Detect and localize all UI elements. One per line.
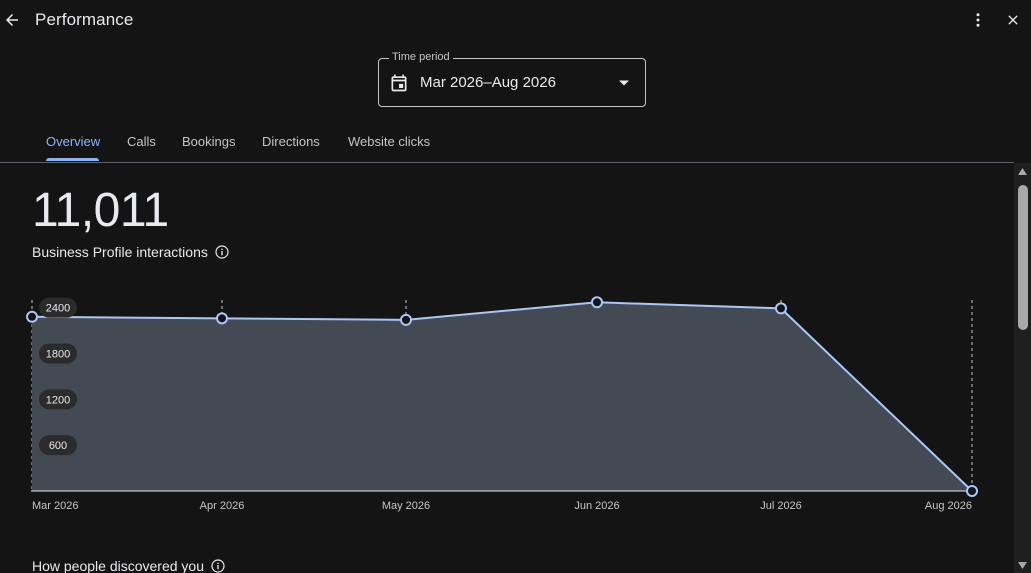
more-vert-icon xyxy=(976,13,980,27)
discovery-section-title: How people discovered you xyxy=(32,558,204,573)
tab-directions[interactable]: Directions xyxy=(262,134,320,149)
more-options-button[interactable] xyxy=(968,9,988,31)
y-tick-label: 600 xyxy=(49,440,67,452)
tab-overview[interactable]: Overview xyxy=(46,134,100,149)
data-point-0 xyxy=(26,310,38,323)
time-period-label: Time period xyxy=(389,51,453,63)
data-point-2 xyxy=(400,313,412,326)
tab-bar: Overview Calls Bookings Directions Websi… xyxy=(0,126,1031,162)
time-period-dropdown[interactable]: Time period Mar 2026–Aug 2026 xyxy=(378,51,646,107)
dropdown-arrow-icon xyxy=(619,80,629,86)
interactions-label: Business Profile interactions xyxy=(32,244,208,260)
x-tick-label: Apr 2026 xyxy=(200,500,245,512)
tab-calls[interactable]: Calls xyxy=(127,134,156,149)
close-button[interactable] xyxy=(1002,9,1024,31)
tab-website-clicks[interactable]: Website clicks xyxy=(348,134,430,149)
info-icon[interactable] xyxy=(214,244,230,260)
area-fill xyxy=(32,302,972,491)
discovery-section-heading: How people discovered you xyxy=(32,558,226,573)
close-icon xyxy=(1008,15,1018,25)
calendar-icon xyxy=(391,74,407,92)
data-point-1 xyxy=(216,312,228,325)
tabs-divider xyxy=(0,162,1014,163)
total-interactions-value: 11,011 xyxy=(32,184,169,237)
x-tick-label: Jul 2026 xyxy=(760,500,802,512)
interactions-label-row: Business Profile interactions xyxy=(32,244,230,260)
data-point-4 xyxy=(775,302,787,315)
scroll-up-arrow-icon[interactable] xyxy=(1017,166,1028,178)
x-tick-label: Jun 2026 xyxy=(574,500,619,512)
arrow-left-icon xyxy=(6,14,18,26)
scrollbar-thumb[interactable] xyxy=(1018,185,1028,330)
y-tick-label: 1200 xyxy=(46,394,70,406)
interactions-area-chart: 600 1200 1800 2400 Mar 2026 Apr 2026 May 2026 J… xyxy=(26,296,978,512)
x-tick-label: May 2026 xyxy=(382,500,430,512)
top-bar: Performance xyxy=(0,0,1031,40)
x-tick-label: Aug 2026 xyxy=(925,500,972,512)
tab-bookings[interactable]: Bookings xyxy=(182,134,235,149)
data-point-3 xyxy=(591,296,603,309)
y-tick-label: 2400 xyxy=(46,303,70,315)
time-period-value: Mar 2026–Aug 2026 xyxy=(420,74,556,91)
x-tick-label: Mar 2026 xyxy=(32,500,78,512)
page-title: Performance xyxy=(35,10,134,29)
back-button[interactable] xyxy=(2,9,22,31)
active-tab-indicator xyxy=(46,158,99,161)
data-point-5 xyxy=(966,485,978,497)
info-icon[interactable] xyxy=(210,558,226,573)
y-tick-label: 1800 xyxy=(46,348,70,360)
interactions-chart: 600 1200 1800 2400 Mar 2026 Apr 2026 May 2026 J… xyxy=(0,280,1010,525)
scroll-down-arrow-icon[interactable] xyxy=(1017,559,1028,571)
